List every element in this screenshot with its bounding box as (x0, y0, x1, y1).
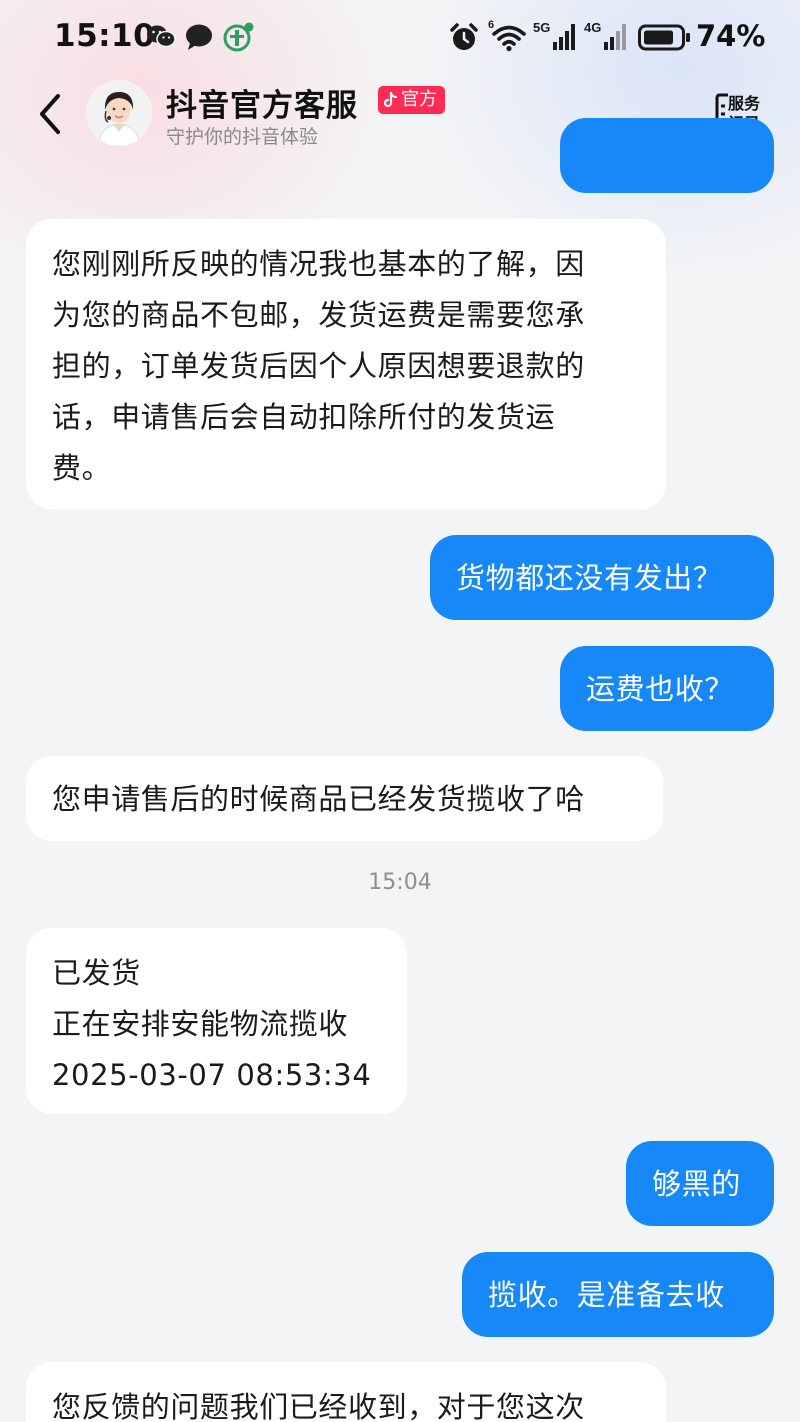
message-bubble-outgoing[interactable]: 货物都还没有发出？ (430, 535, 774, 620)
signal-5g-icon: 5G (533, 20, 575, 50)
official-badge-label: 官方 (401, 89, 437, 110)
battery-percent: 74% (696, 19, 766, 53)
wifi-label: 6 (488, 20, 494, 31)
message-text-line: 够黑的 (652, 1167, 741, 1201)
status-bar: 15:10 6 5G 4G 74% (0, 0, 800, 78)
message-text-line: 2025-03-07 08:53:34 (52, 1058, 372, 1092)
message-text-line: 您刚刚所反映的情况我也基本的了解，因 (52, 247, 585, 281)
signal-4g-icon: 4G (584, 20, 626, 50)
svg-text:5G: 5G (533, 20, 550, 35)
message-bubble-outgoing[interactable]: 揽收。是准备去收 (462, 1252, 774, 1337)
message-text-line: 您申请售后的时候商品已经发货揽收了哈 (52, 782, 585, 816)
back-arrow-icon[interactable] (28, 90, 76, 138)
chat-title: 抖音官方客服 (166, 88, 358, 124)
message-bubble-incoming[interactable]: 您刚刚所反映的情况我也基本的了解，因 为您的商品不包邮，发货运费是需要您承 担的… (26, 219, 666, 509)
wechat-icon (147, 25, 176, 48)
alarm-icon (450, 23, 478, 50)
message-text-line: 运费也收？ (586, 672, 735, 706)
official-badge: 官方 (378, 86, 445, 114)
message-bubble-outgoing[interactable]: 够黑的 (626, 1141, 774, 1226)
tiktok-icon (384, 92, 398, 108)
message-bubble-outgoing-partial[interactable] (560, 118, 774, 193)
message-text-line: 货物都还没有发出？ (456, 561, 723, 595)
message-text-line: 已发货 (52, 956, 141, 990)
message-text-line: 担的，订单发货后因个人原因想要退款的 (52, 349, 585, 383)
chat-screen: 15:10 6 5G 4G 74% 抖音官方客服 官方 守护你的抖音体验 服务 … (0, 0, 800, 1422)
message-text-line: 揽收。是准备去收 (488, 1278, 725, 1312)
bank-app-icon (223, 22, 254, 52)
chat-subtitle: 守护你的抖音体验 (166, 126, 319, 148)
message-bubble-incoming[interactable]: 已发货 正在安排安能物流揽收 2025-03-07 08:53:34 (26, 928, 407, 1114)
avatar[interactable] (86, 80, 152, 146)
message-text-line: 正在安排安能物流揽收 (52, 1007, 349, 1041)
message-bubble-incoming[interactable]: 您申请售后的时候商品已经发货揽收了哈 (26, 756, 663, 841)
customer-service-avatar-icon (86, 80, 152, 146)
message-text-line: 话，申请售后会自动扣除所付的发货运 (52, 400, 556, 434)
wifi-icon: 6 (488, 20, 526, 52)
status-time: 15:10 (54, 18, 156, 54)
svg-text:4G: 4G (584, 20, 601, 35)
message-timestamp: 15:04 (368, 870, 432, 895)
message-bubble-outgoing[interactable]: 运费也收？ (560, 646, 774, 731)
message-text-line: 为您的商品不包邮，发货运费是需要您承 (52, 298, 585, 332)
battery-icon (638, 24, 690, 51)
message-bubble-incoming-partial[interactable]: 您反馈的问题我们已经收到，对于您这次 (26, 1362, 666, 1422)
message-icon (186, 24, 212, 50)
message-text-line: 您反馈的问题我们已经收到，对于您这次 (52, 1390, 585, 1422)
message-text-line: 费。 (52, 451, 112, 485)
